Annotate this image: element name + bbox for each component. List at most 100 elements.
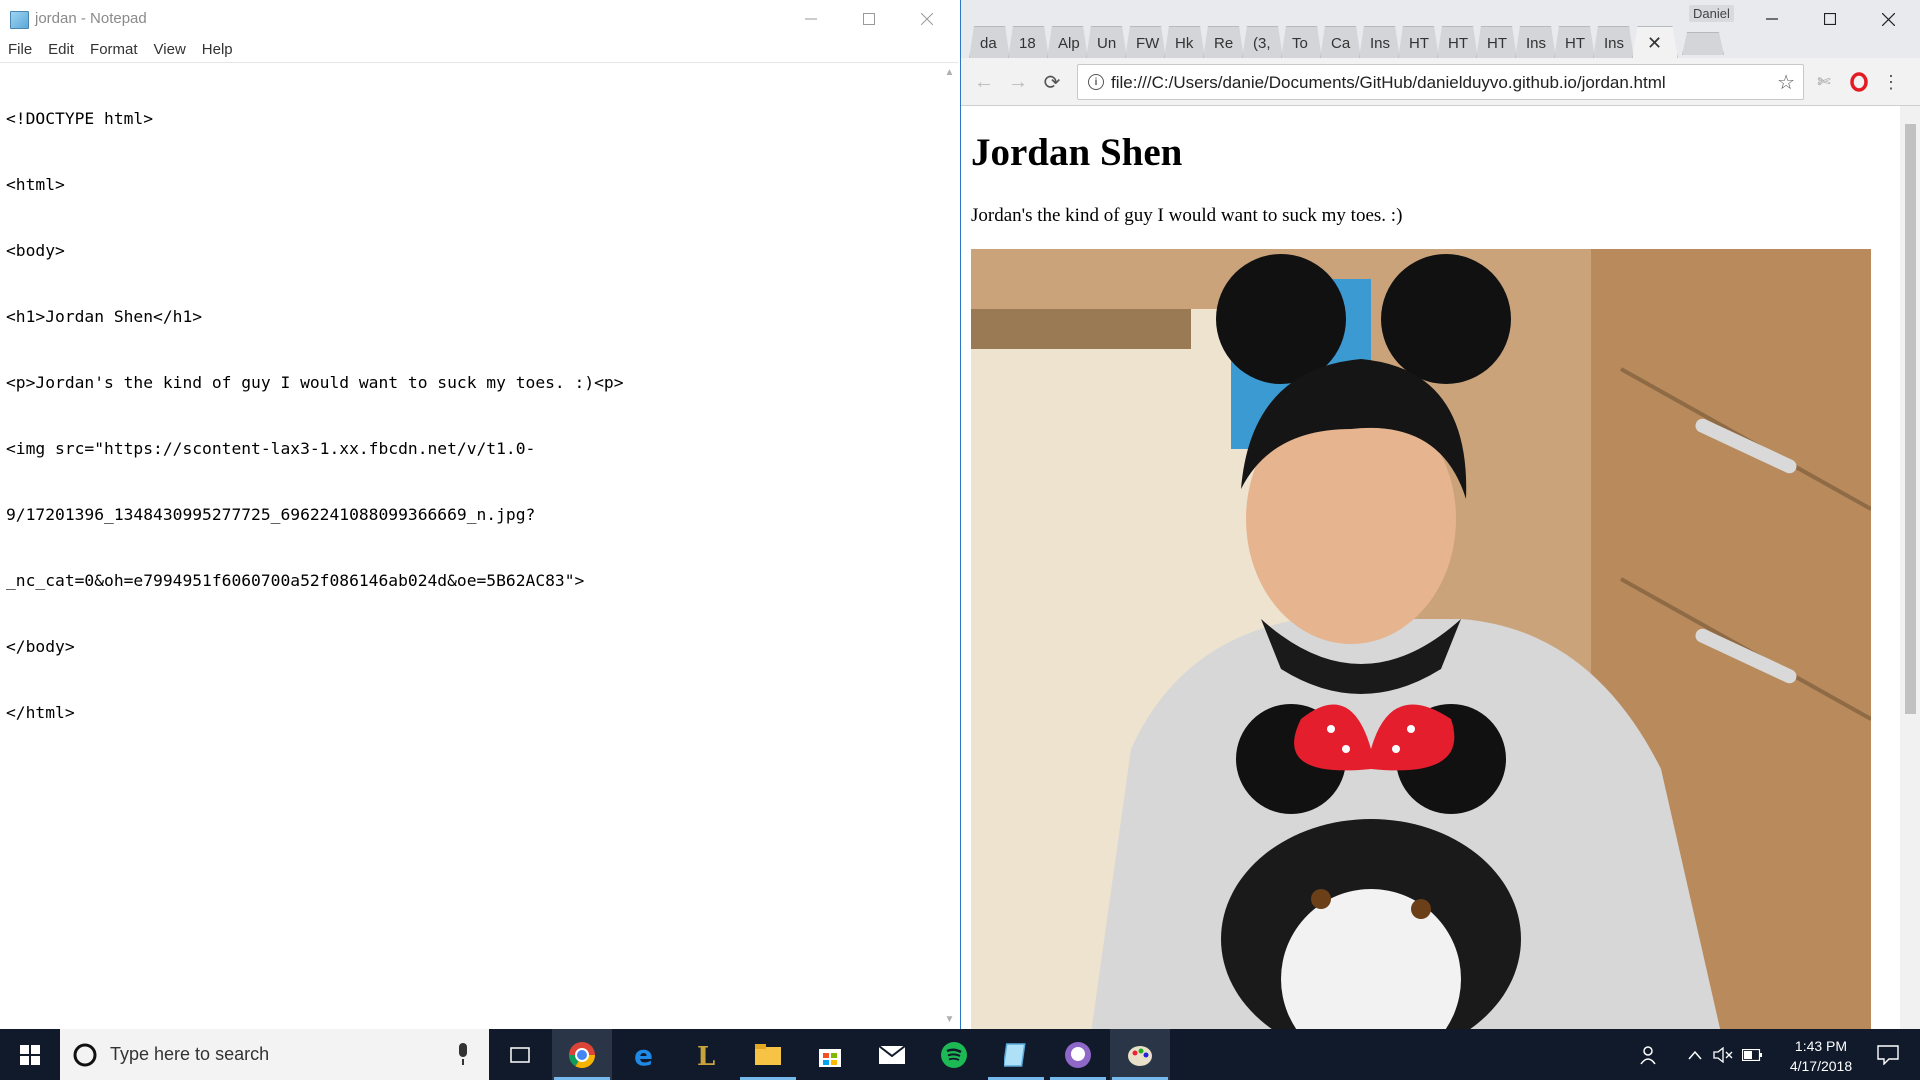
page-paragraph: Jordan's the kind of guy I would want to… [971, 205, 1403, 226]
photo [971, 249, 1871, 1029]
tab[interactable]: Ins [1515, 22, 1556, 59]
close-button[interactable] [1859, 0, 1917, 38]
close-button[interactable] [898, 0, 956, 38]
tab-label: Alp [1058, 35, 1080, 52]
tab[interactable]: Ins [1593, 22, 1634, 59]
tab[interactable]: 18 [1008, 22, 1049, 59]
code-line: <h1>Jordan Shen</h1> [6, 307, 203, 326]
github-desktop-icon[interactable] [1048, 1029, 1108, 1080]
minimize-button[interactable] [1743, 0, 1801, 38]
scrollbar-thumb[interactable] [1905, 124, 1916, 714]
page-scrollbar[interactable] [1900, 106, 1920, 1029]
menu-edit[interactable]: Edit [40, 38, 82, 62]
notepad-title-bar[interactable]: jordan - Notepad [0, 0, 960, 38]
mail-icon[interactable] [862, 1029, 922, 1080]
minimize-button[interactable] [782, 0, 840, 38]
tab[interactable]: (3, [1242, 22, 1283, 59]
tab-label: Ins [1370, 35, 1391, 52]
bookmark-star-icon[interactable]: ☆ [1777, 70, 1795, 95]
clock-time: 1:43 PM [1794, 1038, 1848, 1054]
file-explorer-icon[interactable] [738, 1029, 798, 1080]
close-icon [1881, 12, 1895, 26]
tab-label: HT [1448, 35, 1468, 52]
code-line: </body> [6, 637, 75, 656]
code-line: 9/17201396_1348430995277725_696224108809… [6, 505, 536, 524]
windows-logo-icon [20, 1044, 40, 1065]
close-tab-icon[interactable]: ✕ [1647, 33, 1662, 54]
back-arrow-icon[interactable]: ← [971, 69, 997, 95]
notepad-menu-bar: File Edit Format View Help [0, 38, 958, 63]
start-button[interactable] [0, 1029, 60, 1080]
tab[interactable]: da [969, 22, 1010, 59]
tab[interactable]: HT [1554, 22, 1595, 59]
menu-format[interactable]: Format [82, 38, 146, 62]
tab[interactable]: Alp [1047, 22, 1088, 59]
maximize-button[interactable] [840, 0, 898, 38]
maximize-icon [863, 13, 875, 25]
reload-icon[interactable]: ⟳ [1039, 69, 1065, 95]
menu-view[interactable]: View [146, 38, 194, 62]
close-icon [921, 13, 933, 25]
info-icon[interactable]: i [1088, 74, 1104, 90]
chrome-menu-icon[interactable]: ⋮ [1879, 70, 1903, 94]
people-icon[interactable] [1636, 1029, 1666, 1080]
tab[interactable]: Re [1203, 22, 1244, 59]
tab-label: Hk [1175, 35, 1194, 52]
tab-label: FW [1136, 35, 1160, 52]
tab[interactable]: HT [1398, 22, 1439, 59]
tab[interactable]: Ca [1320, 22, 1361, 59]
tab[interactable]: Hk [1164, 22, 1205, 59]
tab[interactable]: To [1281, 22, 1322, 59]
tab[interactable]: FW [1125, 22, 1166, 59]
scroll-up-icon[interactable]: ▲ [941, 64, 958, 81]
maximize-icon [1824, 13, 1836, 25]
tab-active[interactable]: ✕ [1632, 22, 1678, 59]
taskbar-clock[interactable]: 1:43 PM 4/17/2018 [1766, 1036, 1876, 1076]
clock-date: 4/17/2018 [1789, 1058, 1853, 1074]
extension-icon[interactable]: ✄ [1812, 70, 1836, 94]
profile-name[interactable]: Daniel [1689, 5, 1734, 22]
tab-label: HT [1487, 35, 1507, 52]
forward-arrow-icon[interactable]: → [1005, 69, 1031, 95]
tab-list: da 18 Alp Un FW Hk Re (3, To Ca Ins HT H… [969, 22, 1726, 59]
volume-muted-icon[interactable] [1710, 1029, 1736, 1080]
menu-help[interactable]: Help [194, 38, 241, 62]
code-line: <img src="https://scontent-lax3-1.xx.fbc… [6, 439, 536, 458]
tab[interactable]: Un [1086, 22, 1127, 59]
notepad-text-area[interactable]: <!DOCTYPE html> <html> <body> <h1>Jordan… [6, 64, 936, 1024]
menu-file[interactable]: File [0, 38, 40, 62]
edge-taskbar-icon[interactable]: e [614, 1029, 674, 1080]
tab[interactable]: HT [1437, 22, 1478, 59]
address-bar[interactable]: i file:///C:/Users/danie/Documents/GitHu… [1077, 64, 1804, 100]
store-icon[interactable] [800, 1029, 860, 1080]
scroll-down-icon[interactable]: ▼ [941, 1011, 958, 1028]
tab[interactable]: Ins [1359, 22, 1400, 59]
page-heading: Jordan Shen [971, 131, 1183, 174]
svg-text:L: L [697, 1042, 715, 1069]
tab[interactable]: HT [1476, 22, 1517, 59]
tab-label: da [980, 35, 997, 52]
minimize-icon [805, 18, 817, 20]
chrome-taskbar-icon[interactable] [552, 1029, 612, 1080]
tab-label: Ca [1331, 35, 1351, 52]
league-of-legends-icon[interactable]: L [676, 1029, 736, 1080]
code-line: <html> [6, 175, 65, 194]
notepad-scrollbar[interactable]: ▲ ▼ [941, 64, 958, 1028]
notepad-taskbar-icon[interactable] [986, 1029, 1046, 1080]
maximize-button[interactable] [1801, 0, 1859, 38]
battery-icon[interactable] [1738, 1029, 1766, 1080]
chevron-up-icon[interactable] [1682, 1029, 1708, 1080]
new-tab-button[interactable] [1682, 22, 1726, 58]
opera-extension-icon[interactable] [1847, 70, 1871, 94]
paint-icon[interactable] [1110, 1029, 1170, 1080]
task-view-icon[interactable] [490, 1029, 550, 1080]
svg-text:e: e [634, 1041, 653, 1069]
notepad-window: jordan - Notepad File Edit Format View H… [0, 0, 962, 1029]
spotify-icon[interactable] [924, 1029, 984, 1080]
action-center-icon[interactable] [1864, 1029, 1912, 1080]
tab-label: Ins [1604, 35, 1625, 52]
tab-label: Re [1214, 35, 1234, 52]
code-line: <!DOCTYPE html> [6, 109, 154, 128]
code-line: </html> [6, 703, 75, 722]
taskbar-search-box[interactable]: Type here to search [60, 1029, 489, 1080]
